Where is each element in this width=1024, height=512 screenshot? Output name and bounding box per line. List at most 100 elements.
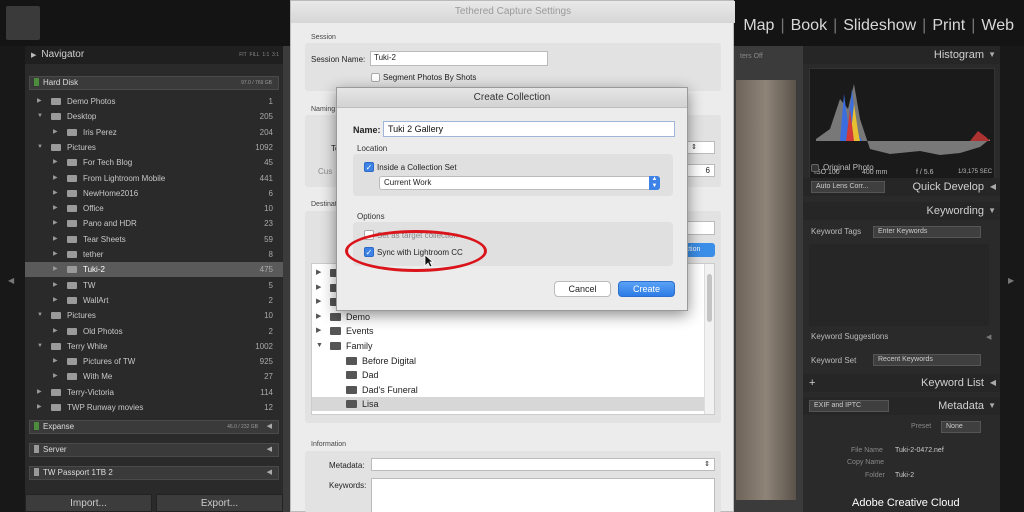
keyword-tags-area[interactable]: [809, 244, 989, 326]
module-web[interactable]: Web: [981, 17, 1014, 34]
right-panel-toggle-strip[interactable]: ▶: [1000, 46, 1024, 512]
metadata-preset-dropdown[interactable]: ⇕: [371, 458, 715, 471]
folder-row[interactable]: ▶ Demo Photos 1: [25, 94, 283, 109]
folder-row[interactable]: ▶ Pano and HDR 23: [25, 216, 283, 231]
volume-hard-disk[interactable]: Hard Disk 97.0 / 769 GB: [29, 76, 279, 90]
naming-template-select[interactable]: ⇕: [687, 141, 715, 154]
folder-row[interactable]: ▶ Tear Sheets 59: [25, 232, 283, 247]
folder-row[interactable]: ▼ Pictures 10: [25, 308, 283, 323]
keywords-textarea[interactable]: [371, 478, 715, 512]
folder-row[interactable]: ▼ Terry White 1002: [25, 339, 283, 354]
folder-row[interactable]: ▶ WallArt 2: [25, 293, 283, 308]
volume-expanse[interactable]: Expanse 46.0 / 232 GB ◀: [29, 420, 279, 434]
collapsed-triangle-icon[interactable]: ▶: [316, 295, 321, 309]
session-name-input[interactable]: Tuki-2: [370, 51, 548, 66]
folder-row[interactable]: ▶ TW 5: [25, 278, 283, 293]
folder-row[interactable]: ▶ Tuki-2 475: [25, 262, 283, 278]
keyword-tags-select[interactable]: Enter Keywords: [873, 226, 981, 238]
create-button[interactable]: Create: [618, 281, 675, 297]
collection-name-input[interactable]: Tuki 2 Gallery: [383, 121, 675, 137]
metadata-preset-select[interactable]: None: [941, 421, 981, 433]
tree-row[interactable]: Dad: [312, 368, 714, 382]
folder-row[interactable]: ▶ TWP Runway movies 12: [25, 400, 283, 415]
tree-row[interactable]: ▶ Events: [312, 324, 714, 338]
folder-row[interactable]: ▶ For Tech Blog 45: [25, 155, 283, 170]
tree-row[interactable]: Lisa: [312, 397, 714, 412]
collapsed-triangle-icon[interactable]: ▶: [53, 247, 58, 262]
folder-row[interactable]: ▶ Office 10: [25, 201, 283, 216]
filters-off-toggle[interactable]: ters Off: [736, 50, 796, 64]
add-keyword-icon[interactable]: +: [809, 374, 815, 392]
module-map[interactable]: Map: [743, 17, 774, 34]
folder-row[interactable]: ▶ Pictures of TW 925: [25, 354, 283, 369]
tree-scrollbar[interactable]: [704, 264, 714, 414]
collapsed-triangle-icon[interactable]: ▶: [37, 400, 42, 415]
collapsed-triangle-icon[interactable]: ▶: [316, 324, 321, 338]
collapsed-triangle-icon[interactable]: ▶: [53, 293, 58, 308]
volume-label: Expanse: [43, 422, 75, 431]
keyword-set-select[interactable]: Recent Keywords: [873, 354, 981, 366]
collapsed-triangle-icon[interactable]: ▶: [53, 278, 58, 293]
collapsed-triangle-icon[interactable]: ▶: [53, 125, 58, 140]
collapsed-triangle-icon[interactable]: ▶: [53, 171, 58, 186]
folder-row[interactable]: ▼ Desktop 205: [25, 109, 283, 124]
tree-scroll-thumb[interactable]: [707, 274, 712, 322]
collapse-triangle-icon[interactable]: ◀: [986, 333, 991, 341]
cancel-button[interactable]: Cancel: [554, 281, 611, 297]
expanded-triangle-icon[interactable]: ▼: [37, 109, 43, 124]
collapsed-triangle-icon[interactable]: ▶: [53, 324, 58, 339]
folder-row[interactable]: ▶ From Lightroom Mobile 441: [25, 171, 283, 186]
collapse-right-icon[interactable]: ▶: [1008, 276, 1014, 285]
collapsed-triangle-icon[interactable]: ▶: [316, 266, 321, 280]
collapsed-triangle-icon[interactable]: ▶: [37, 385, 42, 400]
collapsed-triangle-icon[interactable]: ▶: [53, 262, 58, 277]
collapsed-triangle-icon[interactable]: ▶: [53, 354, 58, 369]
tree-row[interactable]: Before Digital: [312, 354, 714, 368]
export-button[interactable]: Export...: [156, 494, 283, 512]
volume-tw-passport[interactable]: TW Passport 1TB 2 ◀: [29, 466, 279, 480]
volume-server[interactable]: Server ◀: [29, 443, 279, 457]
folder-icon: [67, 281, 77, 289]
collapsed-triangle-icon[interactable]: ▶: [53, 369, 58, 384]
folder-row[interactable]: ▶ Iris Perez 204: [25, 125, 283, 140]
expanded-triangle-icon[interactable]: ▼: [316, 339, 323, 353]
segment-photos-checkbox[interactable]: [371, 73, 380, 82]
collapsed-triangle-icon[interactable]: ▶: [37, 94, 42, 109]
folder-row[interactable]: ▶ Old Photos 2: [25, 324, 283, 339]
keywording-header[interactable]: Keywording ▼: [803, 202, 1000, 220]
folder-row[interactable]: ▶ NewHome2016 6: [25, 186, 283, 201]
expanded-triangle-icon[interactable]: ▼: [37, 308, 43, 323]
module-book[interactable]: Book: [791, 17, 827, 34]
inside-collection-set-checkbox[interactable]: ✓: [364, 162, 374, 172]
folder-icon: [51, 312, 61, 320]
folder-row[interactable]: ▼ Pictures 1092: [25, 140, 283, 155]
tree-row[interactable]: Dad's Funeral: [312, 383, 714, 397]
collapsed-triangle-icon[interactable]: ▶: [53, 232, 58, 247]
tree-row[interactable]: ▼ Family: [312, 339, 714, 353]
tree-row[interactable]: ▶ Demo: [312, 310, 714, 324]
keyword-list-header[interactable]: + Keyword List ◀: [803, 374, 1000, 392]
navigator-header[interactable]: ▶ Navigator FIT FILL 1:1 3:1: [25, 46, 283, 64]
navigator-zoom-options[interactable]: FIT FILL 1:1 3:1: [239, 46, 279, 64]
collapsed-triangle-icon[interactable]: ▶: [53, 216, 58, 231]
import-button[interactable]: Import...: [25, 494, 152, 512]
original-photo-checkbox[interactable]: [811, 164, 819, 172]
folder-row[interactable]: ▶ Terry-Victoria 114: [25, 385, 283, 400]
folder-row[interactable]: ▶ With Me 27: [25, 369, 283, 384]
metadata-view-select[interactable]: EXIF and IPTC: [809, 400, 889, 412]
quick-develop-preset-select[interactable]: Auto Lens Corr...: [811, 181, 885, 193]
collapsed-triangle-icon[interactable]: ▶: [316, 281, 321, 295]
collection-set-popup[interactable]: Current Work ▲ ▼: [379, 176, 660, 190]
collapsed-triangle-icon[interactable]: ▶: [53, 201, 58, 216]
collapse-left-icon[interactable]: ◀: [8, 276, 14, 285]
expanded-triangle-icon[interactable]: ▼: [37, 339, 43, 354]
expanded-triangle-icon[interactable]: ▼: [37, 140, 43, 155]
left-panel-toggle-strip[interactable]: ◀: [0, 46, 25, 512]
histogram-header[interactable]: Histogram ▼: [803, 46, 1000, 64]
module-print[interactable]: Print: [932, 17, 965, 34]
collapsed-triangle-icon[interactable]: ▶: [53, 186, 58, 201]
collapsed-triangle-icon[interactable]: ▶: [53, 155, 58, 170]
module-slideshow[interactable]: Slideshow: [843, 17, 916, 34]
collapsed-triangle-icon[interactable]: ▶: [316, 310, 321, 324]
folder-row[interactable]: ▶ tether 8: [25, 247, 283, 262]
